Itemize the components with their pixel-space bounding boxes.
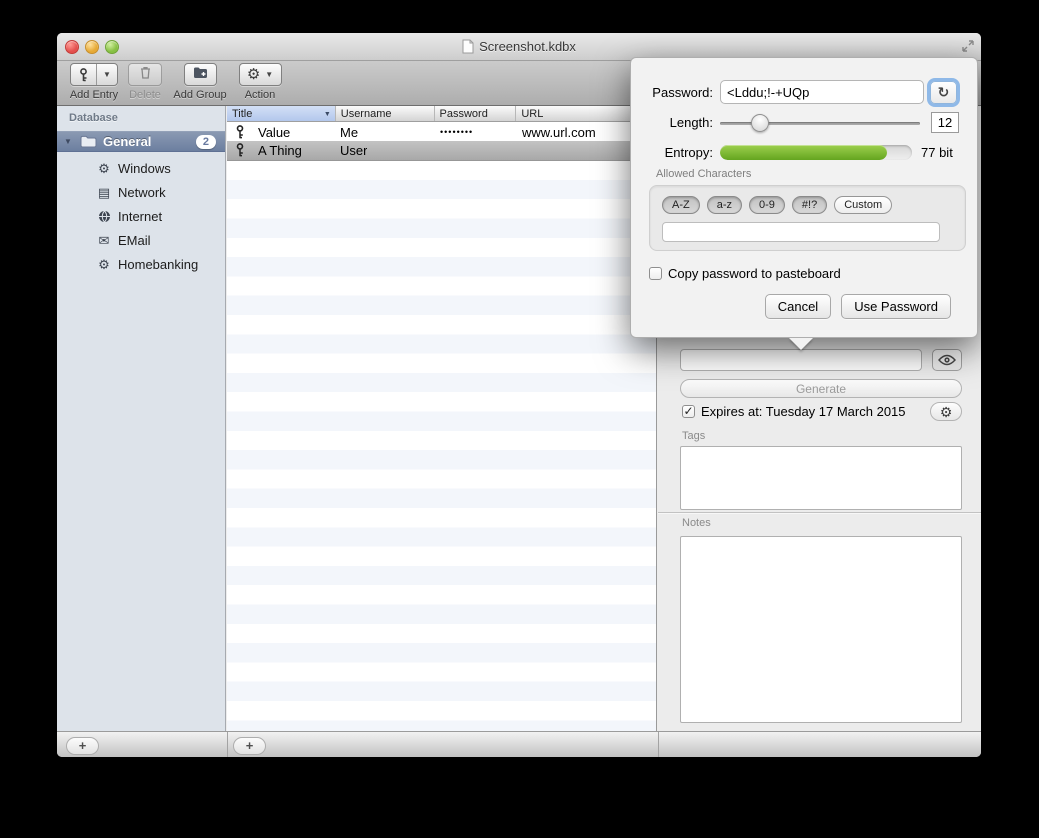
tags-field[interactable] bbox=[680, 446, 962, 510]
add-entry-button[interactable]: ▼ Add Entry bbox=[64, 63, 124, 101]
envelope-icon: ✉ bbox=[96, 234, 112, 247]
segment-lowercase[interactable]: a-z bbox=[707, 196, 742, 214]
entropy-bar bbox=[720, 145, 912, 160]
expires-checkbox[interactable] bbox=[682, 405, 695, 418]
desktop-background: Screenshot.kdbx ▼ Add Entry bbox=[0, 0, 1039, 838]
delete-button[interactable]: Delete bbox=[122, 63, 168, 101]
entry-table: Title ▼ Username Password URL Notes Valu… bbox=[227, 106, 657, 731]
bottom-bar: + + bbox=[57, 731, 981, 757]
sidebar-group-label: General bbox=[103, 134, 196, 149]
delete-label: Delete bbox=[129, 89, 161, 101]
table-row[interactable]: Value Me •••••••• www.url.com bbox=[227, 123, 656, 142]
show-password-button[interactable] bbox=[932, 349, 962, 371]
masked-password: •••••••• bbox=[440, 127, 473, 137]
sidebar-item-windows[interactable]: ⚙ Windows bbox=[57, 158, 225, 178]
column-header-url[interactable]: URL bbox=[516, 106, 631, 121]
segment-symbols[interactable]: #!? bbox=[792, 196, 827, 214]
password-label: Password: bbox=[649, 85, 713, 100]
folder-plus-icon bbox=[193, 66, 208, 84]
password-generator-popover: Password: ↻ Length: Entropy: 77 bit Allo… bbox=[630, 57, 978, 338]
entry-password-field[interactable] bbox=[680, 349, 922, 371]
copy-password-label: Copy password to pasteboard bbox=[668, 266, 841, 281]
gear-icon: ⚙ bbox=[940, 405, 953, 419]
gear-icon: ⚙ bbox=[247, 67, 260, 82]
cancel-button[interactable]: Cancel bbox=[765, 294, 831, 319]
tags-label: Tags bbox=[682, 430, 705, 442]
column-header-password[interactable]: Password bbox=[435, 106, 517, 121]
allowed-characters-box: A-Z a-z 0-9 #!? Custom bbox=[649, 185, 966, 251]
table-body[interactable]: Value Me •••••••• www.url.com A Thing Us… bbox=[227, 122, 656, 731]
table-header: Title ▼ Username Password URL Notes bbox=[227, 106, 656, 122]
slider-track[interactable] bbox=[720, 122, 920, 125]
document-icon bbox=[462, 39, 474, 54]
sidebar-item-homebanking[interactable]: ⚙ Homebanking bbox=[57, 254, 225, 274]
use-password-button[interactable]: Use Password bbox=[841, 294, 951, 319]
notes-label: Notes bbox=[682, 517, 711, 529]
disclosure-triangle-icon[interactable]: ▼ bbox=[64, 137, 74, 146]
popover-arrow bbox=[789, 338, 813, 350]
sort-descending-icon: ▼ bbox=[324, 111, 331, 118]
entropy-fill bbox=[720, 145, 887, 160]
globe-icon bbox=[96, 210, 112, 223]
column-header-username[interactable]: Username bbox=[336, 106, 435, 121]
segment-digits[interactable]: 0-9 bbox=[749, 196, 785, 214]
sidebar-item-internet[interactable]: Internet bbox=[57, 206, 225, 226]
entry-count-badge: 2 bbox=[196, 135, 216, 149]
add-group-button[interactable]: Add Group bbox=[168, 63, 232, 101]
segment-custom[interactable]: Custom bbox=[834, 196, 892, 214]
expires-label: Expires at: Tuesday 17 March 2015 bbox=[701, 404, 906, 419]
sidebar: Database ▼ General 2 ⚙ Windows ▤ Network bbox=[57, 106, 226, 731]
allowed-characters-label: Allowed Characters bbox=[656, 168, 751, 180]
add-entry-label: Add Entry bbox=[70, 89, 118, 101]
add-group-plus-button[interactable]: + bbox=[66, 737, 99, 755]
expires-row: Expires at: Tuesday 17 March 2015 bbox=[682, 404, 906, 419]
segment-uppercase[interactable]: A-Z bbox=[662, 196, 700, 214]
table-row-selected[interactable]: A Thing User bbox=[227, 141, 656, 160]
eye-icon bbox=[938, 354, 956, 366]
divider bbox=[227, 732, 228, 757]
generate-button[interactable]: Generate bbox=[680, 379, 962, 398]
section-divider bbox=[658, 512, 981, 513]
entropy-value: 77 bit bbox=[921, 145, 953, 160]
folder-icon bbox=[80, 135, 97, 148]
copy-password-checkbox[interactable] bbox=[649, 267, 662, 280]
trash-icon bbox=[140, 66, 151, 84]
generated-password-field[interactable] bbox=[720, 80, 924, 104]
notes-field[interactable] bbox=[680, 536, 962, 723]
window-title: Screenshot.kdbx bbox=[479, 39, 576, 54]
sidebar-item-network[interactable]: ▤ Network bbox=[57, 182, 225, 202]
slider-knob[interactable] bbox=[751, 114, 769, 132]
server-icon: ▤ bbox=[96, 186, 112, 199]
key-icon[interactable] bbox=[71, 64, 96, 85]
sidebar-section-header: Database bbox=[69, 112, 118, 124]
length-slider[interactable] bbox=[720, 114, 920, 132]
action-button[interactable]: ⚙ ▼ Action bbox=[237, 63, 283, 101]
length-label: Length: bbox=[649, 115, 713, 130]
chevron-down-icon: ▼ bbox=[265, 71, 273, 79]
expires-options-button[interactable]: ⚙ bbox=[930, 402, 962, 421]
gear-icon: ⚙ bbox=[96, 162, 112, 175]
custom-characters-field[interactable] bbox=[662, 222, 940, 242]
character-class-segments: A-Z a-z 0-9 #!? Custom bbox=[662, 196, 892, 214]
action-label: Action bbox=[245, 89, 276, 101]
add-group-label: Add Group bbox=[173, 89, 226, 101]
column-header-title[interactable]: Title ▼ bbox=[227, 106, 336, 121]
add-entry-dropdown[interactable]: ▼ bbox=[96, 64, 117, 85]
entropy-label: Entropy: bbox=[649, 145, 713, 160]
key-icon bbox=[235, 143, 245, 162]
regenerate-button[interactable]: ↻ bbox=[930, 81, 957, 104]
copy-password-row: Copy password to pasteboard bbox=[649, 266, 841, 281]
refresh-icon: ↻ bbox=[938, 84, 950, 101]
divider bbox=[658, 732, 659, 757]
add-entry-plus-button[interactable]: + bbox=[233, 737, 266, 755]
sidebar-item-email[interactable]: ✉ EMail bbox=[57, 230, 225, 250]
sidebar-group-general[interactable]: ▼ General 2 bbox=[57, 131, 225, 152]
gear-icon: ⚙ bbox=[96, 258, 112, 271]
length-value-field[interactable] bbox=[931, 112, 959, 133]
fullscreen-icon[interactable] bbox=[961, 39, 975, 53]
